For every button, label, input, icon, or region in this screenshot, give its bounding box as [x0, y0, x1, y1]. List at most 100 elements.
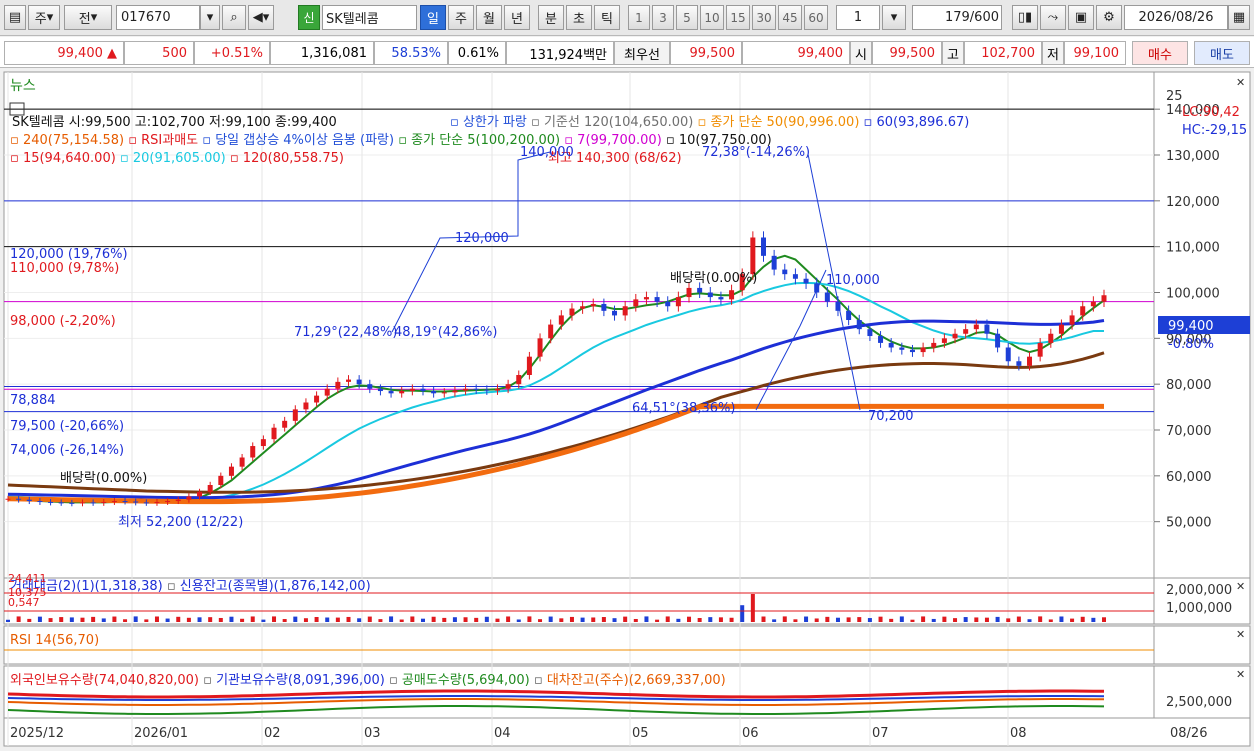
- volume-bar: [676, 618, 681, 622]
- period-tab-week[interactable]: 주: [448, 5, 474, 30]
- volume-bar: [431, 616, 436, 622]
- volume-ratio: 58.53%: [374, 41, 448, 65]
- rsi-panel: [3, 625, 1155, 665]
- candle-body: [1080, 306, 1086, 316]
- x-tick-label: 02: [264, 726, 281, 741]
- search-icon[interactable]: ⌕: [222, 5, 246, 30]
- save-icon[interactable]: ▣: [1068, 5, 1094, 30]
- quote-bar: 99,400 ▲ 500 +0.51% 1,316,081 58.53% 0.6…: [0, 37, 1254, 68]
- volume-bar: [272, 616, 277, 622]
- candle-body: [952, 333, 958, 339]
- gear-icon[interactable]: ⚙: [1096, 5, 1122, 30]
- interval-5[interactable]: 5: [676, 5, 698, 30]
- candle-body: [899, 347, 905, 350]
- candle-body: [282, 420, 288, 428]
- volume-bar: [1038, 616, 1043, 622]
- volume-bar: [1006, 618, 1011, 622]
- close-icon[interactable]: ✕: [1236, 668, 1245, 681]
- volume-bar: [176, 616, 181, 622]
- y-tick-label: 70,000: [1166, 424, 1212, 439]
- sell-button[interactable]: 매도: [1194, 41, 1250, 65]
- candle-body: [590, 303, 596, 307]
- interval-30[interactable]: 30: [752, 5, 776, 30]
- candle-body: [90, 502, 96, 504]
- legend-entry: ▫ 7(99,700.00): [560, 133, 662, 148]
- period-tab-year[interactable]: 년: [504, 5, 530, 30]
- candle-icon[interactable]: ▯▮: [1012, 5, 1038, 30]
- candle-body: [101, 501, 107, 503]
- volume-left-c: 0,547: [8, 596, 40, 609]
- candle-body: [377, 388, 383, 392]
- buy-button[interactable]: 매수: [1132, 41, 1188, 65]
- compare-icon[interactable]: ⤳: [1040, 5, 1066, 30]
- current-price-tag-text: 99,400: [1168, 319, 1214, 334]
- period-tab-second[interactable]: 초: [566, 5, 592, 30]
- period-tab-day[interactable]: 일: [420, 5, 446, 30]
- volume-bar: [687, 616, 692, 622]
- interval-15[interactable]: 15: [726, 5, 750, 30]
- volume-bar: [559, 618, 564, 622]
- candle-body: [878, 336, 884, 343]
- volume-bar: [325, 617, 330, 622]
- chart-container[interactable]: 140,000 130,000 120,000 110,000 100,000 90,00…: [0, 70, 1254, 747]
- candle-body: [228, 466, 234, 476]
- volume-bar: [452, 617, 457, 622]
- volume-bar: [580, 617, 585, 622]
- volume-bar: [442, 617, 447, 622]
- interval-10[interactable]: 10: [700, 5, 724, 30]
- volume-bar: [1080, 616, 1085, 622]
- current-pct-tag: -0.80%: [1168, 337, 1214, 352]
- candle-body: [473, 388, 479, 390]
- trend-70k-label: 70,200: [868, 409, 914, 424]
- candle-body: [750, 237, 756, 275]
- news-label[interactable]: 뉴스: [10, 78, 36, 94]
- close-icon[interactable]: ✕: [1236, 580, 1245, 593]
- window-menu-icon[interactable]: ▤: [4, 5, 26, 30]
- calendar-icon[interactable]: ▦: [1228, 5, 1250, 30]
- volume-bar: [282, 619, 287, 622]
- page-position-field[interactable]: 179/600: [912, 5, 1002, 30]
- interval-60[interactable]: 60: [804, 5, 828, 30]
- speaker-icon[interactable]: ◀▾: [248, 5, 274, 30]
- legend-entry: ▫ 기준선 120(104,650.00): [527, 115, 693, 130]
- volume-bar: [80, 617, 85, 622]
- volume-bar: [250, 616, 255, 622]
- volume-bar: [1048, 619, 1053, 622]
- volume-bar: [974, 617, 979, 622]
- market-type-select[interactable]: 주 ▾: [28, 5, 60, 30]
- interval-1[interactable]: 1: [628, 5, 650, 30]
- legend-entry: ▫ 20(91,605.00): [116, 151, 226, 166]
- prev-select[interactable]: 전 ▾: [64, 5, 112, 30]
- candle-body: [856, 320, 862, 330]
- close-icon[interactable]: ✕: [1236, 76, 1245, 89]
- interval-input[interactable]: 1: [836, 5, 880, 30]
- interval-45[interactable]: 45: [778, 5, 802, 30]
- volume-bar: [729, 617, 734, 622]
- volume-bar: [825, 616, 830, 622]
- page-position: 179: [944, 10, 970, 25]
- volume-bar: [37, 616, 42, 622]
- candle-body: [931, 342, 937, 348]
- stock-code-input[interactable]: 017670: [116, 5, 200, 30]
- date-field[interactable]: 2026/08/26: [1124, 5, 1228, 30]
- close-icon[interactable]: ✕: [1236, 628, 1245, 641]
- candle-body: [760, 237, 766, 256]
- candle-body: [1090, 301, 1096, 307]
- volume-bar: [133, 616, 138, 622]
- candle-body: [782, 269, 788, 275]
- candle-body: [654, 297, 660, 302]
- legend-entry: ▫ 240(75,154.58): [10, 133, 124, 148]
- volume-bar: [16, 616, 21, 622]
- period-tab-tick[interactable]: 틱: [594, 5, 620, 30]
- candle-body: [1037, 342, 1043, 357]
- period-tab-month[interactable]: 월: [476, 5, 502, 30]
- volume-bar: [761, 616, 766, 622]
- price-chart[interactable]: 140,000130,000120,000110,000100,00090,00…: [0, 70, 1254, 747]
- candle-body: [612, 310, 618, 316]
- dropdown-chevron-icon[interactable]: ▾: [200, 5, 220, 30]
- period-tab-minute[interactable]: 분: [538, 5, 564, 30]
- interval-dropdown-icon[interactable]: ▾: [882, 5, 906, 30]
- interval-3[interactable]: 3: [652, 5, 674, 30]
- volume-bar: [112, 616, 117, 622]
- volume-bar: [495, 618, 500, 622]
